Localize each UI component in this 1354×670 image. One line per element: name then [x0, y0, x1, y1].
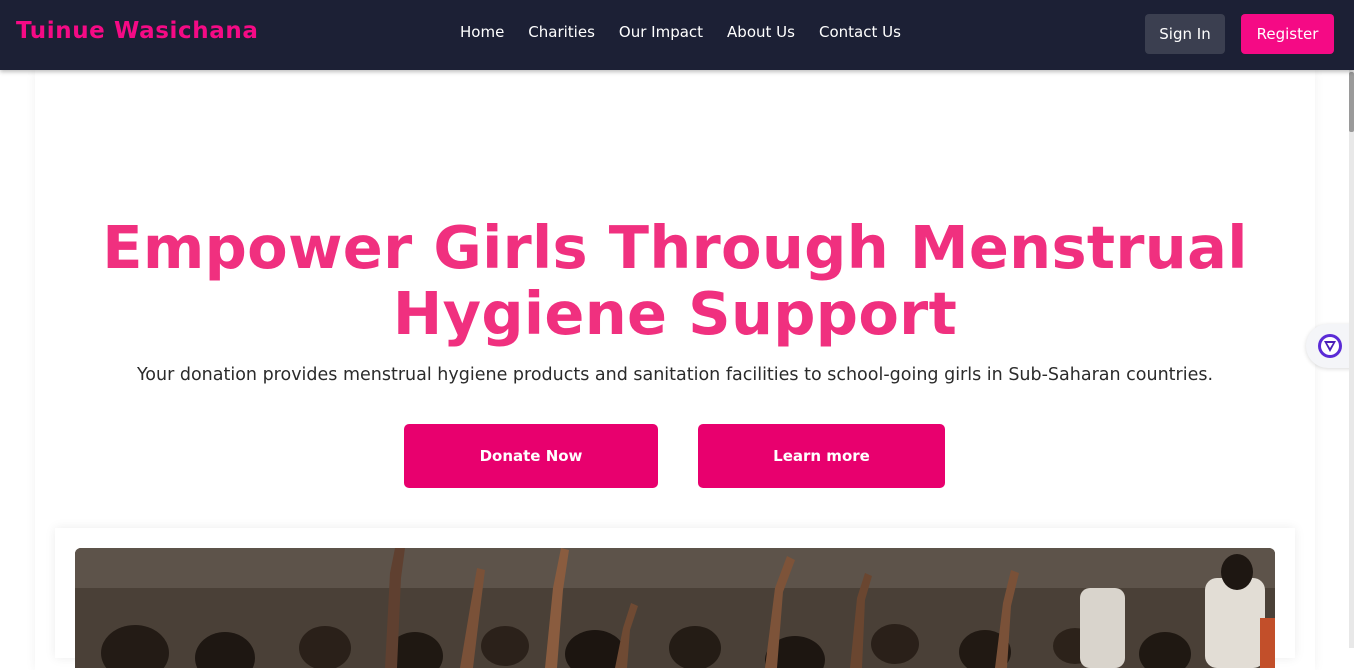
nav-link-home[interactable]: Home — [460, 23, 504, 41]
nav-links: Home Charities Our Impact About Us Conta… — [460, 23, 901, 41]
nav-link-charities[interactable]: Charities — [528, 23, 595, 41]
nav-link-contact-us[interactable]: Contact Us — [819, 23, 901, 41]
donate-now-button[interactable]: Donate Now — [404, 424, 658, 488]
learn-more-button[interactable]: Learn more — [698, 424, 945, 488]
nav-link-our-impact[interactable]: Our Impact — [619, 23, 703, 41]
hero-title: Empower Girls Through Menstrual Hygiene … — [102, 213, 1248, 348]
hero-photo — [75, 548, 1275, 668]
sign-in-button[interactable]: Sign In — [1145, 14, 1225, 54]
browser-extension-widget[interactable] — [1306, 324, 1354, 368]
classroom-photo-illustration — [75, 548, 1275, 668]
navbar: Tuinue Wasichana Home Charities Our Impa… — [0, 0, 1354, 70]
nav-link-about-us[interactable]: About Us — [727, 23, 795, 41]
shield-v-icon — [1318, 334, 1342, 358]
brand-logo[interactable]: Tuinue Wasichana — [16, 18, 258, 44]
register-button[interactable]: Register — [1241, 14, 1334, 54]
scrollbar-thumb[interactable] — [1349, 72, 1354, 132]
hero-subtitle: Your donation provides menstrual hygiene… — [136, 365, 1214, 385]
